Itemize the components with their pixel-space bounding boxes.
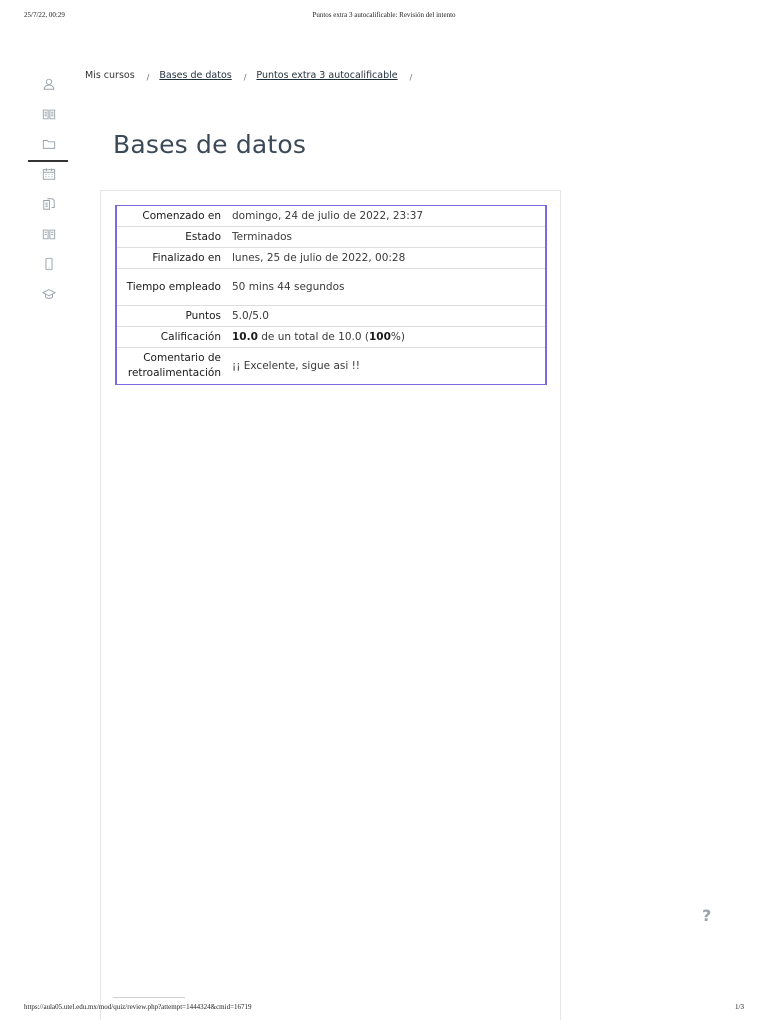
table-row: Tiempo empleado 50 mins 44 segundos — [116, 268, 546, 306]
row-label-grade: Calificación — [116, 326, 230, 348]
row-label-started: Comenzado en — [142, 209, 221, 222]
grade-percent-suffix: %) — [390, 331, 405, 343]
sidebar-item-graduation[interactable] — [28, 280, 70, 310]
breadcrumb-separator: / — [243, 73, 247, 82]
help-button[interactable]: ? — [702, 906, 711, 925]
page-title: Bases de datos — [113, 130, 307, 159]
sidebar-item-library[interactable] — [28, 220, 70, 250]
row-label-feedback: Comentario de retroalimentación — [116, 347, 230, 385]
breadcrumb-item-mis-cursos[interactable]: Mis cursos — [85, 70, 135, 81]
row-value-started: domingo, 24 de julio de 2022, 23:37 — [232, 210, 424, 222]
table-row: Comentario de retroalimentación ¡¡ Excel… — [116, 347, 546, 385]
open-book-icon — [42, 226, 56, 245]
row-label-points: Puntos — [116, 305, 230, 327]
row-value-points: 5.0/5.0 — [230, 305, 546, 327]
folder-icon — [42, 136, 56, 155]
table-row: Calificación 10.0 de un total de 10.0 (1… — [116, 326, 546, 348]
row-value-feedback: ¡¡ Excelente, sigue asi !! — [230, 347, 546, 385]
sidebar-item-mobile[interactable] — [28, 250, 70, 280]
book-icon — [42, 106, 56, 125]
calendar-icon — [42, 166, 56, 185]
print-footer-page: 1/3 — [735, 1003, 744, 1011]
divider — [113, 997, 185, 998]
table-row: Finalizado en lunes, 25 de julio de 2022… — [116, 247, 546, 269]
attempt-summary-table: Comenzado en domingo, 24 de julio de 202… — [115, 205, 547, 385]
grade-total-text: de un total de 10.0 ( — [257, 331, 369, 343]
breadcrumb-separator: / — [409, 73, 413, 82]
grade-score: 10.0 — [232, 331, 258, 343]
sidebar-item-calendar[interactable] — [28, 160, 70, 190]
sidebar-item-files[interactable] — [28, 130, 70, 162]
print-footer-url: https://aula05.utel.edu.mx/mod/quiz/revi… — [24, 1003, 252, 1011]
breadcrumb-item-quiz[interactable]: Puntos extra 3 autocalificable — [256, 70, 397, 81]
row-value-grade: 10.0 de un total de 10.0 (100%) — [230, 326, 546, 348]
breadcrumb-item-course[interactable]: Bases de datos — [159, 70, 231, 81]
table-row: Estado Terminados — [116, 226, 546, 248]
row-value-time-taken: 50 mins 44 segundos — [230, 268, 546, 306]
sidebar-item-documents[interactable] — [28, 190, 70, 220]
table-row: Comenzado en domingo, 24 de julio de 202… — [116, 206, 546, 227]
left-sidebar — [28, 70, 70, 310]
mobile-icon — [42, 256, 56, 275]
row-value-finished: lunes, 25 de julio de 2022, 00:28 — [230, 247, 546, 269]
print-header-title: Puntos extra 3 autocalificable: Revisión… — [312, 11, 456, 19]
user-icon — [42, 76, 56, 95]
breadcrumb-separator: / — [146, 73, 150, 82]
graduation-cap-icon — [41, 286, 57, 305]
row-label-finished: Finalizado en — [116, 247, 230, 269]
row-label-state: Estado — [116, 226, 230, 248]
grade-percent: 100 — [369, 331, 391, 343]
sidebar-item-courses[interactable] — [28, 100, 70, 130]
documents-icon — [42, 196, 56, 215]
sidebar-item-profile[interactable] — [28, 70, 70, 100]
breadcrumb: Mis cursos / Bases de datos / Puntos ext… — [85, 70, 422, 82]
row-label-time-taken: Tiempo empleado — [116, 268, 230, 306]
row-value-state: Terminados — [230, 226, 546, 248]
table-row: Puntos 5.0/5.0 — [116, 305, 546, 327]
